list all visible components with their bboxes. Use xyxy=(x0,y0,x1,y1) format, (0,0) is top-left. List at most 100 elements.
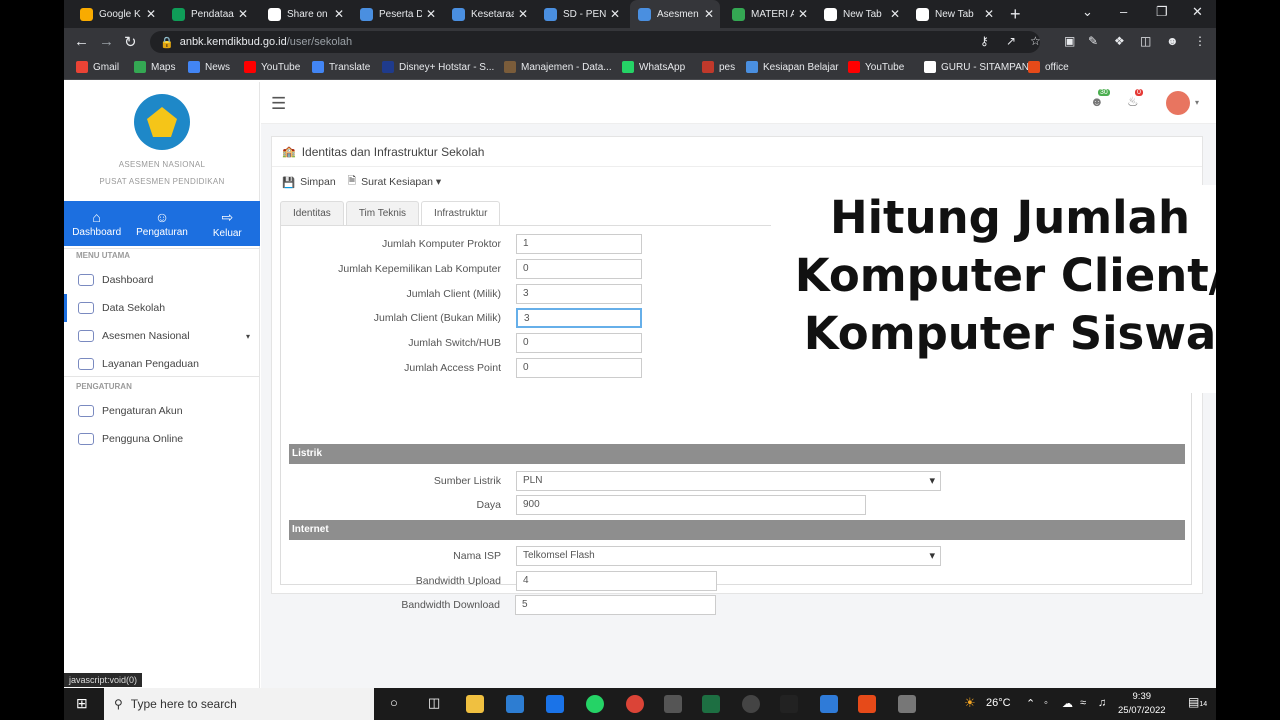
task-view-icon[interactable]: ◫ xyxy=(428,695,440,711)
browser-tab[interactable]: Google K ✕ xyxy=(72,0,162,28)
field-input[interactable]: 3 xyxy=(516,283,642,304)
tab-close-icon[interactable]: ✕ xyxy=(426,7,436,21)
address-bar[interactable]: 🔒 anbk.kemdikbud.go.id/user/sekolah xyxy=(150,31,1040,53)
minimize-button[interactable]: – xyxy=(1120,4,1127,19)
chevron-down-icon[interactable]: ▾ xyxy=(1195,98,1199,107)
file-explorer-icon[interactable] xyxy=(466,695,484,713)
new-tab-button[interactable]: + xyxy=(1010,4,1021,25)
app-compass-icon[interactable] xyxy=(742,695,760,713)
pen-extension-icon[interactable]: ✎ xyxy=(1088,34,1098,48)
tab-search-icon[interactable]: ⌄ xyxy=(1082,4,1093,20)
whatsapp-icon[interactable] xyxy=(586,695,604,713)
bookmark-item[interactable]: YouTube xyxy=(244,61,300,73)
save-button[interactable]: 💾 Simpan xyxy=(282,173,336,191)
sidebar-item[interactable]: Layanan Pengaduan xyxy=(64,350,260,378)
tab-close-icon[interactable]: ✕ xyxy=(146,7,156,21)
app-paint-icon[interactable] xyxy=(898,695,916,713)
field-input[interactable]: 0 xyxy=(516,333,642,354)
browser-tab[interactable]: New Tab ✕ xyxy=(908,0,1000,28)
star-icon[interactable]: ☆ xyxy=(1030,34,1041,48)
wifi-icon[interactable]: ≈ xyxy=(1080,697,1086,709)
sidebar-item[interactable]: Asesmen Nasional ▾ xyxy=(64,322,260,350)
bookmark-item[interactable]: GURU - SITAMPAN xyxy=(924,61,1029,73)
tab-infrastruktur[interactable]: Infrastruktur xyxy=(421,201,501,226)
tab-close-icon[interactable]: ✕ xyxy=(334,7,344,21)
extension-icon[interactable]: ▣ xyxy=(1064,34,1075,48)
restore-button[interactable]: ❐ xyxy=(1156,4,1168,20)
tab-close-icon[interactable]: ✕ xyxy=(984,7,994,21)
isp-select[interactable]: Telkomsel Flash xyxy=(516,546,941,566)
bookmark-item[interactable]: News xyxy=(188,61,230,73)
tab-close-icon[interactable]: ✕ xyxy=(238,7,248,21)
quicknav-pengaturan-button[interactable]: ☺ Pengaturan xyxy=(129,201,194,246)
field-input[interactable]: 3 xyxy=(516,308,642,329)
power-capacity-input[interactable]: 900 xyxy=(516,495,866,515)
download-input[interactable]: 5 xyxy=(515,595,716,615)
sidebar-panel-icon[interactable]: ◫ xyxy=(1140,34,1151,48)
app-red-icon[interactable] xyxy=(858,695,876,713)
photos-icon[interactable] xyxy=(820,695,838,713)
bookmark-item[interactable]: pes xyxy=(702,61,735,73)
cloud-icon[interactable]: ☁ xyxy=(1062,697,1073,710)
volume-icon[interactable]: ♫ xyxy=(1098,697,1106,709)
bookmark-item[interactable]: Maps xyxy=(134,61,175,73)
readiness-letter-dropdown[interactable]: 🗎 Surat Kesiapan ▾ xyxy=(348,173,441,191)
excel-icon[interactable] xyxy=(702,695,720,713)
bookmark-item[interactable]: WhatsApp xyxy=(622,61,685,73)
bookmark-item[interactable]: Manajemen - Data... xyxy=(504,61,612,73)
bell-icon[interactable]: ♨ 0 xyxy=(1127,89,1143,110)
bookmark-item[interactable]: YouTube xyxy=(848,61,904,73)
close-window-button[interactable]: ✕ xyxy=(1192,4,1203,20)
clock[interactable]: 9:39 25/07/2022 xyxy=(1118,690,1166,718)
browser-tab[interactable]: Pendataa ✕ xyxy=(164,0,254,28)
cortana-icon[interactable]: ○ xyxy=(390,695,398,710)
windows-start-icon[interactable]: ⊞ xyxy=(76,695,88,712)
bookmark-item[interactable]: Kesiapan Belajar xyxy=(746,61,839,73)
browser-tab[interactable]: SD - PEN ✕ xyxy=(536,0,626,28)
taskbar-search[interactable]: ⚲ Type here to search xyxy=(104,688,374,720)
field-input[interactable]: 0 xyxy=(516,358,642,378)
back-icon[interactable]: ← xyxy=(74,33,89,50)
share-icon[interactable]: ↗ xyxy=(1006,34,1016,48)
menu-kebab-icon[interactable]: ⋮ xyxy=(1194,34,1206,48)
forward-icon[interactable]: → xyxy=(99,33,114,50)
browser-tab[interactable]: Share on ✕ xyxy=(260,0,350,28)
quicknav-dashboard-button[interactable]: ⌂ Dashboard xyxy=(64,201,129,246)
bookmark-item[interactable]: Gmail xyxy=(76,61,119,73)
tab-close-icon[interactable]: ✕ xyxy=(798,7,808,21)
browser-tab[interactable]: Kesetaraa ✕ xyxy=(444,0,534,28)
tab-close-icon[interactable]: ✕ xyxy=(704,7,714,21)
avatar[interactable] xyxy=(1166,91,1190,115)
browser-tab[interactable]: New Tab ✕ xyxy=(816,0,906,28)
tab-close-icon[interactable]: ✕ xyxy=(890,7,900,21)
browser-tab[interactable]: MATERI A ✕ xyxy=(724,0,814,28)
tray-chevron-icon[interactable]: ⌃ xyxy=(1026,697,1035,710)
power-source-select[interactable]: PLN xyxy=(516,471,941,491)
profile-icon[interactable]: ☻ xyxy=(1166,34,1179,48)
puzzle-icon[interactable]: ❖ xyxy=(1114,34,1125,48)
quicknav-keluar-button[interactable]: ⇨ Keluar xyxy=(195,201,260,246)
store-icon[interactable] xyxy=(506,695,524,713)
mail-icon[interactable] xyxy=(546,695,564,713)
sidebar-item[interactable]: Pengaturan Akun xyxy=(64,397,260,425)
key-icon[interactable]: ⚷ xyxy=(980,34,989,48)
tab-close-icon[interactable]: ✕ xyxy=(610,7,620,21)
tab-tim-teknis[interactable]: Tim Teknis xyxy=(345,201,420,226)
bookmark-item[interactable]: office xyxy=(1028,61,1069,73)
upload-input[interactable]: 4 xyxy=(516,571,717,591)
browser-tab[interactable]: Peserta D ✕ xyxy=(352,0,442,28)
chrome-icon[interactable] xyxy=(626,695,644,713)
tab-identitas[interactable]: Identitas xyxy=(280,201,344,226)
field-input[interactable]: 0 xyxy=(516,258,642,279)
app-shield-icon[interactable] xyxy=(780,695,798,713)
tray-app-icon[interactable]: ◦ xyxy=(1044,697,1048,709)
bookmark-item[interactable]: Disney+ Hotstar - S... xyxy=(382,61,494,73)
hamburger-icon[interactable]: ☰ xyxy=(271,94,286,114)
browser-tab[interactable]: Asesmen ✕ xyxy=(630,0,720,28)
tab-close-icon[interactable]: ✕ xyxy=(518,7,528,21)
reload-icon[interactable]: ↻ xyxy=(124,33,137,51)
app-oo-icon[interactable] xyxy=(664,695,682,713)
sidebar-item[interactable]: Data Sekolah xyxy=(64,294,260,322)
field-input[interactable]: 1 xyxy=(516,234,642,254)
notification-icon[interactable]: ▤14 xyxy=(1188,695,1207,709)
